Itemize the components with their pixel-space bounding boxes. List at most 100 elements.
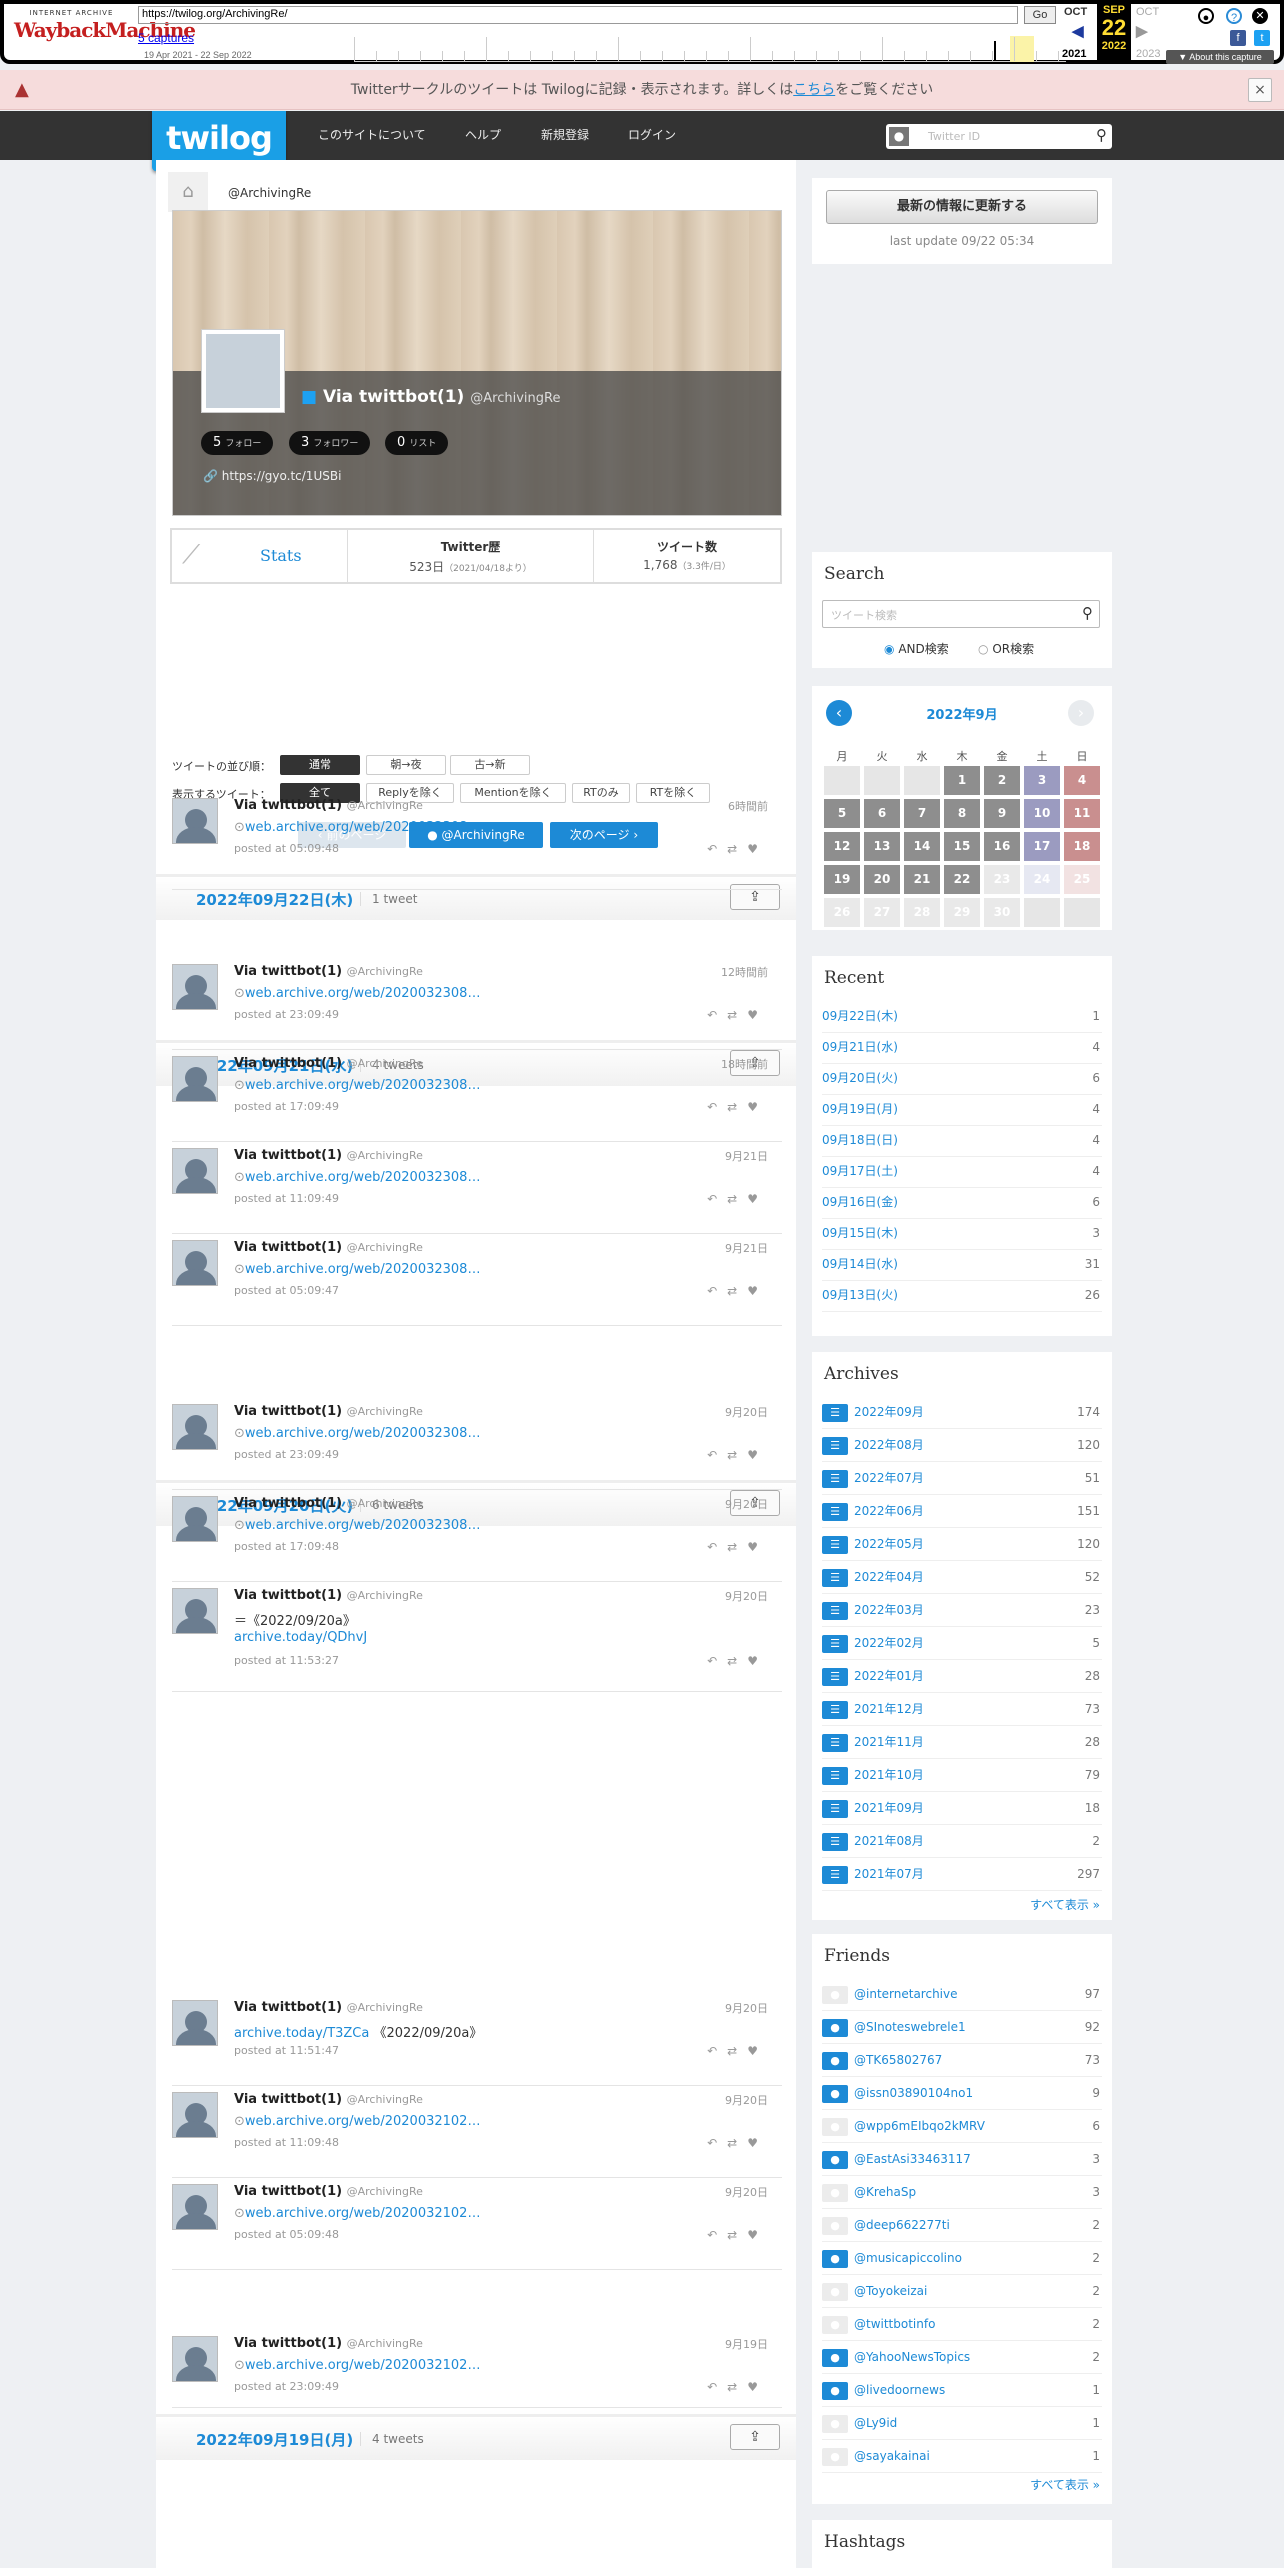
retweet-icon[interactable]: ⇄	[727, 1540, 747, 1554]
archives-item[interactable]: ☰ 2021年07月 297	[822, 1858, 1102, 1891]
friends-item[interactable]: ● @Ly9id 1	[822, 2407, 1102, 2440]
tweet-author[interactable]: Via twittbot(1) @ArchivingRe	[234, 798, 423, 813]
friends-item[interactable]: ● @Toyokeizai 2	[822, 2275, 1102, 2308]
tweet-time[interactable]: 9月21日	[725, 1148, 768, 1164]
friends-item[interactable]: ● @livedoornews 1	[822, 2374, 1102, 2407]
friends-item[interactable]: ● @SInoteswebrele1 92	[822, 2011, 1102, 2044]
cal-day[interactable]: 14	[904, 832, 940, 861]
help-icon[interactable]: ?	[1226, 8, 1242, 24]
prev-month[interactable]: OCT	[1064, 6, 1087, 18]
tweet-avatar[interactable]	[172, 1056, 218, 1102]
tweet-avatar[interactable]	[172, 2184, 218, 2230]
tweet-link[interactable]: archive.today/T3ZCa	[234, 2026, 369, 2041]
archives-item[interactable]: ☰ 2022年01月 28	[822, 1660, 1102, 1693]
archives-item[interactable]: ☰ 2022年03月 23	[822, 1594, 1102, 1627]
retweet-icon[interactable]: ⇄	[727, 2044, 747, 2058]
nav-register[interactable]: 新規登録	[541, 111, 589, 160]
share-icon[interactable]: ⇪	[730, 2424, 780, 2450]
about-capture-button[interactable]: ▼ About this capture	[1166, 50, 1274, 64]
wayback-logo[interactable]: INTERNET ARCHIVE WaybackMachine	[14, 9, 196, 53]
retweet-icon[interactable]: ⇄	[727, 1654, 747, 1668]
notice-link[interactable]: こちら	[793, 82, 835, 98]
tweet-author[interactable]: Via twittbot(1) @ArchivingRe	[234, 1240, 423, 1255]
stats-title[interactable]: ⟋ Stats	[172, 530, 348, 582]
like-icon[interactable]: ♥	[747, 1540, 768, 1554]
tweet-link[interactable]: web.archive.org/web/2020032308…	[245, 1262, 481, 1277]
tweet-author[interactable]: Via twittbot(1) @ArchivingRe	[234, 1496, 423, 1511]
tweet-posted-at[interactable]: posted at 11:51:47	[234, 2044, 339, 2057]
friends-item[interactable]: ● @KrehaSp 3	[822, 2176, 1102, 2209]
cal-day[interactable]: 20	[864, 865, 900, 894]
reply-icon[interactable]: ↶	[707, 1448, 727, 1462]
twitter-id-input[interactable]: Twitter ID	[928, 124, 980, 149]
like-icon[interactable]: ♥	[747, 2228, 768, 2242]
cal-day[interactable]: 19	[824, 865, 860, 894]
tweet-avatar[interactable]	[172, 1148, 218, 1194]
archives-item[interactable]: ☰ 2022年02月 5	[822, 1627, 1102, 1660]
archives-item[interactable]: ☰ 2022年07月 51	[822, 1462, 1102, 1495]
tweet-time[interactable]: 9月20日	[725, 1404, 768, 1420]
friends-item[interactable]: ● @wpp6mEIbqo2kMRV 6	[822, 2110, 1102, 2143]
cal-day[interactable]: 5	[824, 799, 860, 828]
retweet-icon[interactable]: ⇄	[727, 2228, 747, 2242]
tweet-time[interactable]: 6時間前	[728, 798, 768, 814]
list-count[interactable]: 0 リスト	[385, 431, 449, 455]
tweet-time[interactable]: 9月20日	[725, 1588, 768, 1604]
order-normal[interactable]: 通常	[280, 755, 360, 775]
tweet-posted-at[interactable]: posted at 05:09:48	[234, 842, 339, 855]
tweet-time[interactable]: 9月19日	[725, 2336, 768, 2352]
recent-item[interactable]: 09月20日(火) 6	[822, 1062, 1102, 1095]
friends-item[interactable]: ● @musicapiccolino 2	[822, 2242, 1102, 2275]
tweet-time[interactable]: 9月20日	[725, 2000, 768, 2016]
tweet-posted-at[interactable]: posted at 17:09:49	[234, 1100, 339, 1113]
tweet-author[interactable]: Via twittbot(1) @ArchivingRe	[234, 2336, 423, 2351]
tweet-author[interactable]: Via twittbot(1) @ArchivingRe	[234, 1588, 423, 1603]
tweet-posted-at[interactable]: posted at 23:09:49	[234, 2380, 339, 2393]
cal-day[interactable]: 17	[1024, 832, 1060, 861]
recent-item[interactable]: 09月18日(日) 4	[822, 1124, 1102, 1157]
cal-day[interactable]: 11	[1064, 799, 1100, 828]
tweet-author[interactable]: Via twittbot(1) @ArchivingRe	[234, 1404, 423, 1419]
or-search-radio[interactable]: ○ OR検索	[978, 640, 1034, 657]
prev-arrow-icon[interactable]: ◀	[1072, 22, 1084, 40]
archives-item[interactable]: ☰ 2021年12月 73	[822, 1693, 1102, 1726]
tweet-author[interactable]: Via twittbot(1) @ArchivingRe	[234, 2092, 423, 2107]
archives-item[interactable]: ☰ 2021年10月 79	[822, 1759, 1102, 1792]
tweet-author[interactable]: Via twittbot(1) @ArchivingRe	[234, 2000, 423, 2015]
reply-icon[interactable]: ↶	[707, 2136, 727, 2150]
cal-day[interactable]: 18	[1064, 832, 1100, 861]
tweet-link[interactable]: web.archive.org/web/2020032102…	[245, 2358, 481, 2373]
tweet-time[interactable]: 9月20日	[725, 2092, 768, 2108]
retweet-icon[interactable]: ⇄	[727, 1448, 747, 1462]
day-date[interactable]: 2022年09月22日(木)	[196, 889, 353, 910]
cal-day[interactable]: 15	[944, 832, 980, 861]
recent-item[interactable]: 09月17日(土) 4	[822, 1155, 1102, 1188]
friends-item[interactable]: ● @issn03890104no1 9	[822, 2077, 1102, 2110]
recent-item[interactable]: 09月19日(月) 4	[822, 1093, 1102, 1126]
profile-link[interactable]: 🔗 https://gyo.tc/1USBi	[203, 469, 341, 483]
recent-item[interactable]: 09月13日(火) 26	[822, 1279, 1102, 1312]
retweet-icon[interactable]: ⇄	[727, 1100, 747, 1114]
cal-day[interactable]: 21	[904, 865, 940, 894]
cal-day[interactable]: 1	[944, 766, 980, 795]
recent-item[interactable]: 09月22日(木) 1	[822, 1000, 1102, 1033]
and-search-radio[interactable]: ◉ AND検索	[884, 640, 949, 657]
tweet-posted-at[interactable]: posted at 23:09:49	[234, 1008, 339, 1021]
tweet-avatar[interactable]	[172, 2000, 218, 2046]
tweet-posted-at[interactable]: posted at 17:09:48	[234, 1540, 339, 1553]
tweet-time[interactable]: 18時間前	[721, 1056, 768, 1072]
order-morning-night[interactable]: 朝→夜	[366, 755, 446, 775]
like-icon[interactable]: ♥	[747, 1448, 768, 1462]
wayback-go-button[interactable]: Go	[1024, 6, 1056, 24]
tweet-author[interactable]: Via twittbot(1) @ArchivingRe	[234, 964, 423, 979]
like-icon[interactable]: ♥	[747, 2380, 768, 2394]
tweet-time[interactable]: 12時間前	[721, 964, 768, 980]
tweet-author[interactable]: Via twittbot(1) @ArchivingRe	[234, 1056, 423, 1071]
tweet-posted-at[interactable]: posted at 05:09:48	[234, 2228, 339, 2241]
friends-item[interactable]: ● @deep662277ti 2	[822, 2209, 1102, 2242]
update-button[interactable]: 最新の情報に更新する	[826, 190, 1098, 224]
tweet-link[interactable]: web.archive.org/web/2020032308…	[245, 986, 481, 1001]
recent-item[interactable]: 09月15日(木) 3	[822, 1217, 1102, 1250]
archives-more-link[interactable]: すべて表示 »	[1030, 1896, 1100, 1913]
recent-item[interactable]: 09月16日(金) 6	[822, 1186, 1102, 1219]
